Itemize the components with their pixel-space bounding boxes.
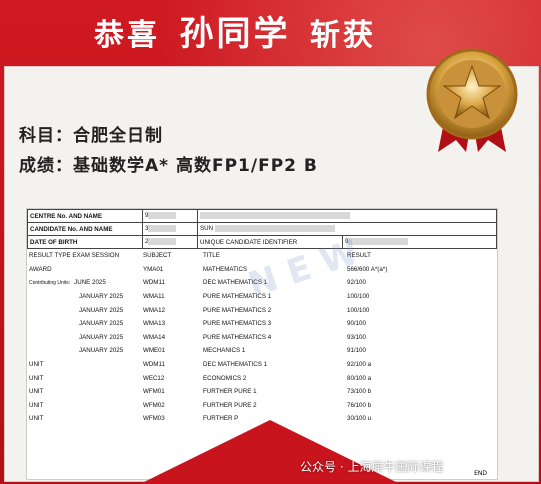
row-result: 92/100 (347, 279, 366, 287)
row-subject: WFM02 (143, 401, 165, 409)
result-row: JANUARY 2025 WMA14 PURE MATHEMATICS 4 93/10… (27, 331, 497, 345)
row-type-session: UNIT (29, 415, 44, 423)
row-subject: WMA12 (143, 306, 166, 314)
header-row-centre: CENTRE No. AND NAME 9 (27, 209, 497, 223)
row-title: PURE MATHEMATICS 3 (203, 320, 272, 328)
row-result: 73/100 b (347, 388, 372, 396)
row-result: 92/100 a (347, 361, 372, 369)
row-type-session: UNIT (29, 401, 44, 409)
result-row: JANUARY 2025 WMA12 PURE MATHEMATICS 2 100/1… (27, 303, 497, 317)
row-title: DEC MATHEMATICS 1 (203, 361, 268, 369)
result-row: UNIT WDM11 DEC MATHEMATICS 1 92/100 a (27, 358, 497, 372)
header-row-dob: DATE OF BIRTH 2 UNIQUE CANDIDATE IDENTIF… (27, 235, 497, 249)
row-title: ECONOMICS 2 (203, 374, 247, 382)
row-result: 91/100 (347, 347, 366, 355)
headline-student-name: 孙同学 (179, 14, 291, 54)
header-row-candidate: CANDIDATE No. AND NAME 3 SUN (27, 222, 497, 236)
row-type-session: JANUARY 2025 (79, 347, 124, 355)
row-subject: WDM11 (143, 361, 165, 369)
value-candidate-no: 3 (142, 222, 198, 236)
result-row: UNIT WFM02 FURTHER PURE 2 76/100 b (27, 399, 497, 413)
footer-credit: 公众号 · 上海犀牛国际课程 (300, 460, 444, 474)
star-medal-icon (426, 48, 518, 152)
score-info: 科目：合肥全日制 成绩：基础数学A* 高数FP1/FP2 B (19, 121, 318, 181)
row-type-session: Contributing Units: JUNE 2025 (29, 279, 106, 287)
row-type-session: UNIT (29, 361, 44, 369)
end-marker: END (474, 470, 487, 477)
row-subject: WDM11 (143, 279, 165, 287)
row-type-session: AWARD (29, 265, 52, 273)
value-dob: 2 (142, 235, 198, 249)
row-subject: WMA14 (143, 333, 166, 341)
candidate-header: CENTRE No. AND NAME 9 CANDIDATE No. AND … (27, 209, 497, 249)
result-row: JANUARY 2025 WME01 MECHANICS 1 91/100 (27, 344, 497, 358)
headline-congrats: 恭喜 (94, 18, 161, 53)
row-title: PURE MATHEMATICS 2 (203, 306, 272, 314)
row-type-session: JANUARY 2025 (79, 293, 124, 301)
row-subject: WMA13 (143, 320, 166, 328)
label-dob: DATE OF BIRTH (27, 235, 143, 249)
col-subject: SUBJECT (143, 252, 172, 260)
row-title: FURTHER PURE 1 (203, 388, 257, 396)
row-result: 100/100 (347, 293, 370, 301)
row-type-session: JANUARY 2025 (79, 306, 124, 314)
value-centre-name (197, 209, 497, 223)
row-type-session: UNIT (29, 388, 44, 396)
row-result: 93/100 (347, 333, 366, 341)
label-centre: CENTRE No. AND NAME (27, 209, 143, 223)
row-title: MECHANICS 1 (203, 347, 246, 355)
row-title: FURTHER PURE 2 (203, 401, 257, 409)
row-subject: YMA01 (143, 265, 164, 273)
row-type-session: JANUARY 2025 (79, 320, 124, 328)
result-row: UNIT WEC12 ECONOMICS 2 80/100 a (27, 371, 497, 385)
value-centre: 9 (142, 209, 198, 223)
row-subject: WMA11 (143, 293, 165, 301)
headline: 恭喜 孙同学 斩获 (0, 6, 470, 55)
row-type-session: JANUARY 2025 (79, 333, 124, 341)
row-subject: WEC12 (143, 374, 165, 382)
label-candidate: CANDIDATE No. AND NAME (27, 222, 143, 236)
row-result: 90/100 (347, 320, 366, 328)
result-row: JANUARY 2025 WMA13 PURE MATHEMATICS 3 90/10… (27, 317, 497, 331)
headline-achieved: 斩获 (309, 18, 376, 53)
row-result: 76/100 b (347, 401, 372, 409)
row-type-session: UNIT (29, 374, 44, 382)
row-result: 100/100 (347, 306, 370, 314)
row-result: 566/600 A*(a*) (347, 265, 388, 273)
result-row: UNIT WFM01 FURTHER PURE 1 73/100 b (27, 385, 497, 399)
value-uci: 9 (342, 235, 497, 249)
grade-line: 成绩：基础数学A* 高数FP1/FP2 B (19, 156, 318, 176)
col-result-type: RESULT TYPE EXAM SESSION (29, 252, 120, 260)
row-result: 80/100 a (347, 374, 372, 382)
row-title: PURE MATHEMATICS 4 (203, 333, 272, 341)
subject-line: 科目：合肥全日制 (19, 126, 163, 146)
col-result: RESULT (347, 252, 371, 260)
row-subject: WME01 (143, 347, 166, 355)
row-subject: WFM01 (143, 388, 165, 396)
